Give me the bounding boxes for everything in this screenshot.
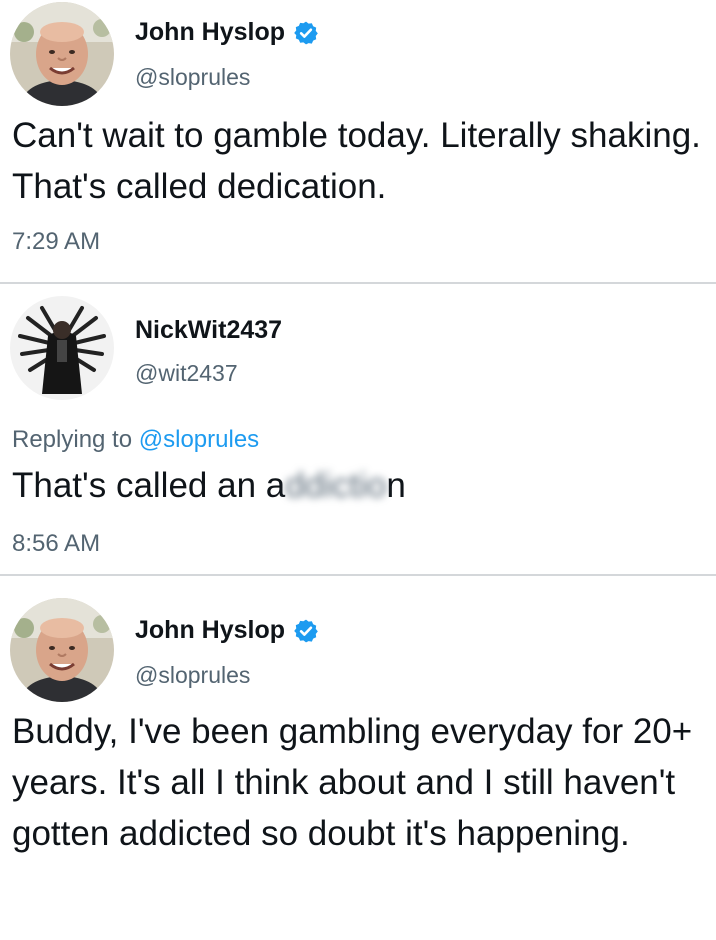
author-row: John Hyslop [135,18,319,47]
bald-man-photo-icon [10,2,114,106]
replying-to: Replying to @sloprules [12,426,259,454]
bald-man-photo-icon [10,598,114,702]
verified-badge-icon [293,618,319,644]
multi-armed-figure-photo-icon [10,296,114,400]
handle[interactable]: @wit2437 [135,360,238,387]
display-name[interactable]: NickWit2437 [135,316,282,345]
avatar-nickwit2437[interactable] [10,296,114,400]
timestamp[interactable]: 8:56 AM [12,530,100,558]
tweet-text: Can't wait to gamble today. Literally sh… [12,116,701,206]
avatar-john-hyslop[interactable] [10,2,114,106]
tweet-text-end: n [386,466,406,505]
tweet-text-blurred: ddictio [285,466,387,505]
verified-badge-icon [293,20,319,46]
avatar-john-hyslop[interactable] [10,598,114,702]
reply-mention-link[interactable]: @sloprules [139,426,259,453]
author-row: NickWit2437 [135,316,282,345]
timestamp[interactable]: 7:29 AM [12,228,100,256]
tweet-original[interactable]: John Hyslop @sloprules Can't wait to gam… [0,0,716,282]
tweet-reply[interactable]: NickWit2437 @wit2437 Replying to @slopru… [0,284,716,574]
tweet-text: That's called an addiction [12,460,702,511]
display-name[interactable]: John Hyslop [135,18,285,47]
handle[interactable]: @sloprules [135,64,250,91]
tweet-text-start: That's called an a [12,466,286,505]
replying-to-label: Replying to [12,426,133,453]
handle[interactable]: @sloprules [135,662,250,689]
tweet-text: Buddy, I've been gambling everyday for 2… [12,712,693,853]
tweet-response[interactable]: John Hyslop @sloprules Buddy, I've been … [0,576,716,940]
author-row: John Hyslop [135,616,319,645]
display-name[interactable]: John Hyslop [135,616,285,645]
